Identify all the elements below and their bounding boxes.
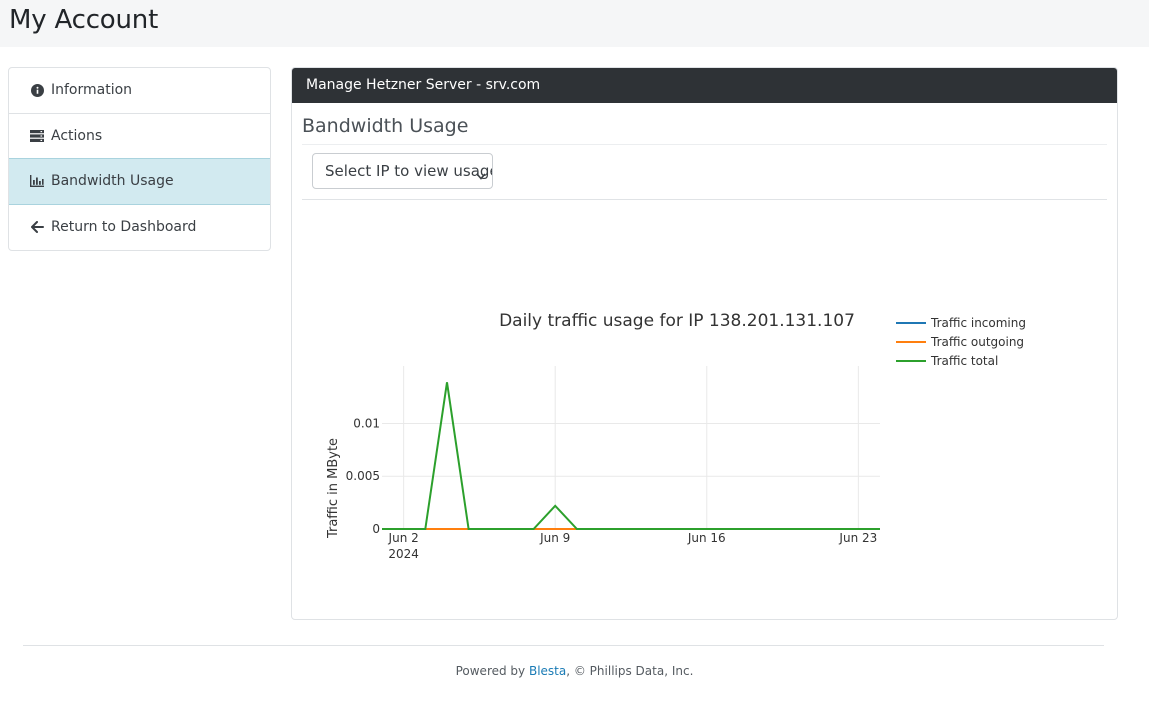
panel-subtitle: Bandwidth Usage [302,115,469,137]
panel-header: Manage Hetzner Server - srv.com [292,68,1117,103]
sidebar-item-label: Bandwidth Usage [51,173,174,190]
arrow-left-icon [30,220,44,234]
series-lines [382,382,880,530]
ip-select-value: Select IP to view usage [325,162,493,180]
sidebar-item-return-to-dashboard[interactable]: Return to Dashboard [9,205,270,251]
x-tick-label: Jun 23 [838,531,877,545]
legend-label: Traffic total [930,354,998,368]
y-tick-labels: 0 0.005 0.01 [346,416,380,536]
footer-divider [23,645,1104,646]
sidebar-nav: Information Actions Bandwidth Usage Retu… [8,67,271,251]
y-tick-label: 0 [372,522,380,536]
x-tick-sublabel: 2024 [388,547,419,561]
sidebar-item-label: Information [51,82,133,99]
y-tick-label: 0.01 [353,416,380,430]
sidebar-item-bandwidth-usage[interactable]: Bandwidth Usage [9,158,270,205]
legend-label: Traffic incoming [930,316,1026,330]
footer-prefix: Powered by [455,664,529,678]
divider [302,144,1107,145]
server-icon [30,129,44,143]
chart-title: Daily traffic usage for IP 138.201.131.1… [499,311,855,331]
footer-suffix: , © Phillips Data, Inc. [566,664,694,678]
x-tick-label: Jun 2 [388,531,419,545]
info-circle-icon [30,83,44,97]
page-title: My Account [9,5,159,35]
y-tick-label: 0.005 [346,469,380,483]
footer: Powered by Blesta, © Phillips Data, Inc. [0,664,1149,678]
page-header: My Account [0,0,1149,47]
traffic-chart: Daily traffic usage for IP 138.201.131.1… [326,311,1026,561]
manage-server-panel: Manage Hetzner Server - srv.com Bandwidt… [291,67,1118,620]
x-tick-label: Jun 9 [539,531,570,545]
chevron-down-icon [476,166,486,184]
legend-label: Traffic outgoing [930,335,1024,349]
blesta-link[interactable]: Blesta [529,664,566,678]
bar-chart-icon [30,174,44,188]
ip-select[interactable]: Select IP to view usage [312,153,493,189]
chart-legend: Traffic incoming Traffic outgoing Traffic … [896,316,1026,368]
x-tick-label: Jun 16 [687,531,726,545]
sidebar-item-label: Actions [51,127,103,144]
y-axis-label: Traffic in MByte [326,438,341,539]
x-tick-labels: Jun 2 2024 Jun 9 Jun 16 Jun 23 [388,531,878,561]
sidebar-item-actions[interactable]: Actions [9,114,270,159]
series-line-traffic-total [382,382,880,530]
sidebar-item-label: Return to Dashboard [51,219,197,236]
sidebar-item-information[interactable]: Information [9,68,270,114]
